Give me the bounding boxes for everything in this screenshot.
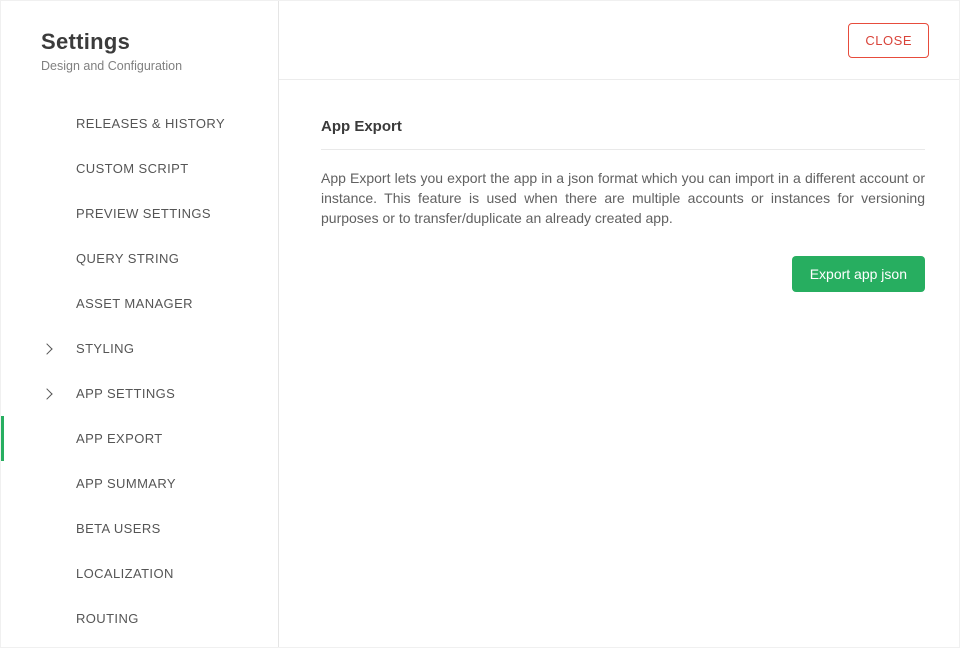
export-app-json-button[interactable]: Export app json (792, 256, 925, 292)
sidebar-item-label: APP SETTINGS (76, 386, 175, 401)
sidebar-subtitle: Design and Configuration (41, 59, 278, 73)
sidebar-item-app-settings[interactable]: APP SETTINGS (1, 371, 278, 416)
topbar: CLOSE (279, 1, 959, 80)
settings-sidebar: Settings Design and Configuration RELEAS… (1, 1, 279, 647)
sidebar-item-preview-settings[interactable]: PREVIEW SETTINGS (1, 191, 278, 236)
action-row: Export app json (321, 256, 925, 292)
content-area: App Export App Export lets you export th… (279, 80, 959, 292)
chevron-right-icon (41, 388, 52, 399)
main-panel: CLOSE App Export App Export lets you exp… (279, 1, 959, 647)
sidebar-item-beta-users[interactable]: BETA USERS (1, 506, 278, 551)
sidebar-item-label: LOCALIZATION (76, 566, 174, 581)
sidebar-item-label: CUSTOM SCRIPT (76, 161, 189, 176)
section-description: App Export lets you export the app in a … (321, 168, 925, 228)
sidebar-item-label: QUERY STRING (76, 251, 179, 266)
sidebar-item-app-export[interactable]: APP EXPORT (1, 416, 278, 461)
sidebar-item-releases-history[interactable]: RELEASES & HISTORY (1, 101, 278, 146)
sidebar-item-label: RELEASES & HISTORY (76, 116, 225, 131)
sidebar-item-label: BETA USERS (76, 521, 161, 536)
sidebar-item-routing[interactable]: ROUTING (1, 596, 278, 641)
sidebar-item-asset-manager[interactable]: ASSET MANAGER (1, 281, 278, 326)
section-title: App Export (321, 118, 925, 150)
app-window: Settings Design and Configuration RELEAS… (0, 0, 960, 648)
sidebar-item-styling[interactable]: STYLING (1, 326, 278, 371)
sidebar-title: Settings (41, 29, 278, 55)
close-button[interactable]: CLOSE (848, 23, 929, 58)
sidebar-item-label: PREVIEW SETTINGS (76, 206, 211, 221)
sidebar-item-query-string[interactable]: QUERY STRING (1, 236, 278, 281)
sidebar-item-label: APP SUMMARY (76, 476, 176, 491)
sidebar-item-app-summary[interactable]: APP SUMMARY (1, 461, 278, 506)
sidebar-item-label: STYLING (76, 341, 134, 356)
chevron-right-icon (41, 343, 52, 354)
sidebar-item-label: ROUTING (76, 611, 139, 626)
sidebar-item-custom-script[interactable]: CUSTOM SCRIPT (1, 146, 278, 191)
sidebar-item-label: ASSET MANAGER (76, 296, 193, 311)
sidebar-nav: RELEASES & HISTORY CUSTOM SCRIPT PREVIEW S… (1, 101, 278, 641)
sidebar-item-label: APP EXPORT (76, 431, 163, 446)
sidebar-item-localization[interactable]: LOCALIZATION (1, 551, 278, 596)
sidebar-header: Settings Design and Configuration (1, 29, 278, 73)
